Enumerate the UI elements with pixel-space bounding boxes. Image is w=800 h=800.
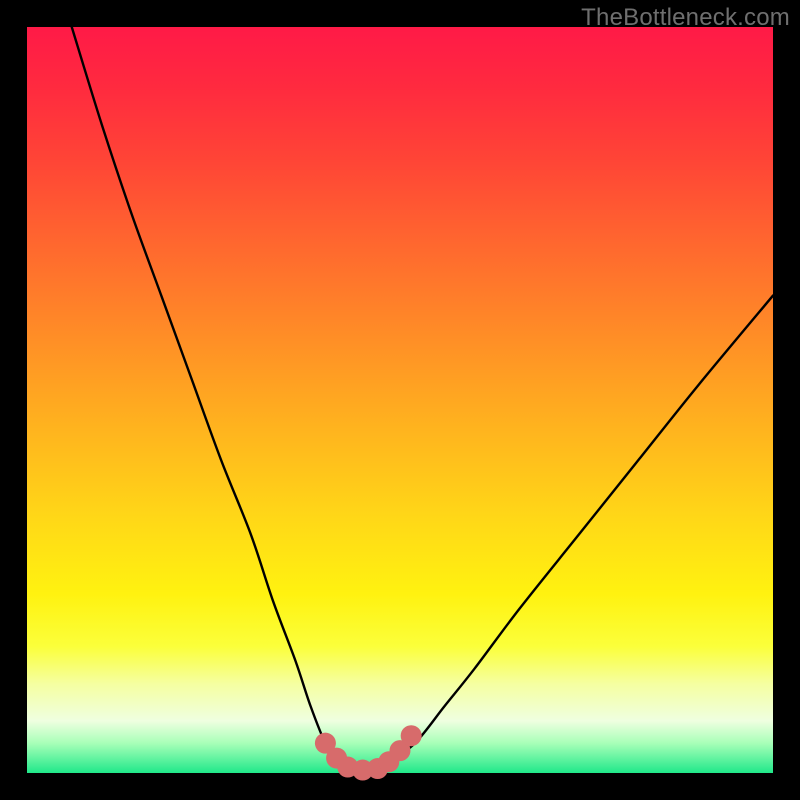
bottleneck-curve (72, 27, 773, 774)
marker-group (315, 725, 422, 780)
plot-area (27, 27, 773, 773)
curve-svg (27, 27, 773, 773)
chart-frame: TheBottleneck.com (0, 0, 800, 800)
curve-marker (401, 725, 422, 746)
watermark-text: TheBottleneck.com (581, 4, 790, 32)
